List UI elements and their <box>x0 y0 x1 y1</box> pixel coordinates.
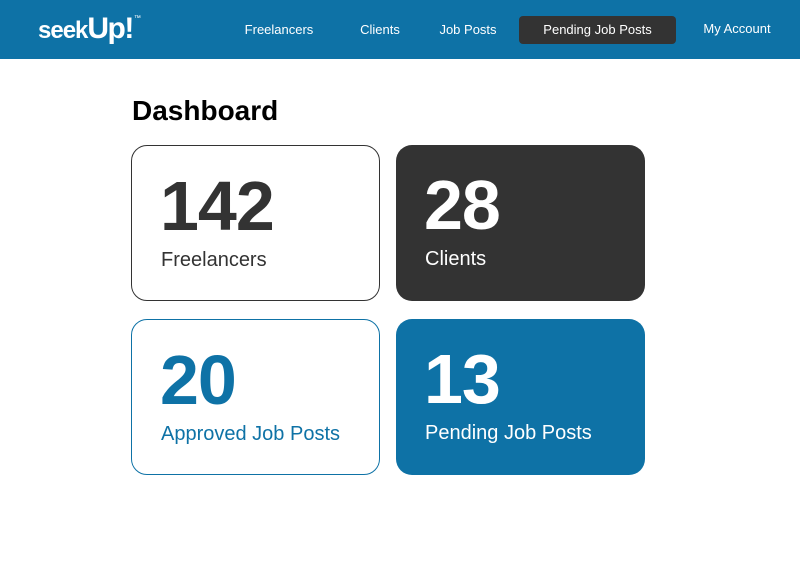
clients-count: 28 <box>424 166 501 244</box>
nav-freelancers-label: Freelancers <box>244 22 314 37</box>
nav-pending-job-posts-label: Pending Job Posts <box>543 22 652 37</box>
nav-job-posts-link[interactable]: Job Posts <box>431 16 505 44</box>
nav-job-posts-label: Job Posts <box>439 22 497 37</box>
logo-text-seek: seek <box>38 17 88 44</box>
pending-job-posts-stat-card[interactable]: 13 Pending Job Posts <box>396 319 645 475</box>
nav-clients-label: Clients <box>360 22 400 37</box>
approved-job-posts-stat-card[interactable]: 20 Approved Job Posts <box>131 319 380 475</box>
logo-text-up: Up! <box>87 12 134 45</box>
clients-label: Clients <box>425 248 487 270</box>
clients-stat-card[interactable]: 28 Clients <box>396 145 645 301</box>
freelancers-stat-card[interactable]: 142 Freelancers <box>131 145 380 301</box>
nav-my-account-label: My Account <box>703 21 771 36</box>
logo-trademark: ™ <box>133 15 141 22</box>
nav-freelancers-link[interactable]: Freelancers <box>236 16 322 44</box>
page-title: Dashboard <box>132 95 279 126</box>
nav-my-account-link[interactable]: My Account <box>695 15 779 43</box>
approved-job-posts-count: 20 <box>160 341 237 419</box>
top-navbar: seek Up! ™ Freelancers Clients Job Posts… <box>0 0 800 59</box>
seekup-logo[interactable]: seek Up! ™ <box>38 12 141 46</box>
freelancers-label: Freelancers <box>161 249 267 271</box>
nav-pending-job-posts-link[interactable]: Pending Job Posts <box>519 16 676 44</box>
pending-job-posts-count: 13 <box>424 340 501 418</box>
approved-job-posts-label: Approved Job Posts <box>161 423 340 445</box>
pending-job-posts-label: Pending Job Posts <box>425 422 592 444</box>
freelancers-count: 142 <box>160 167 275 245</box>
nav-clients-link[interactable]: Clients <box>350 16 410 44</box>
